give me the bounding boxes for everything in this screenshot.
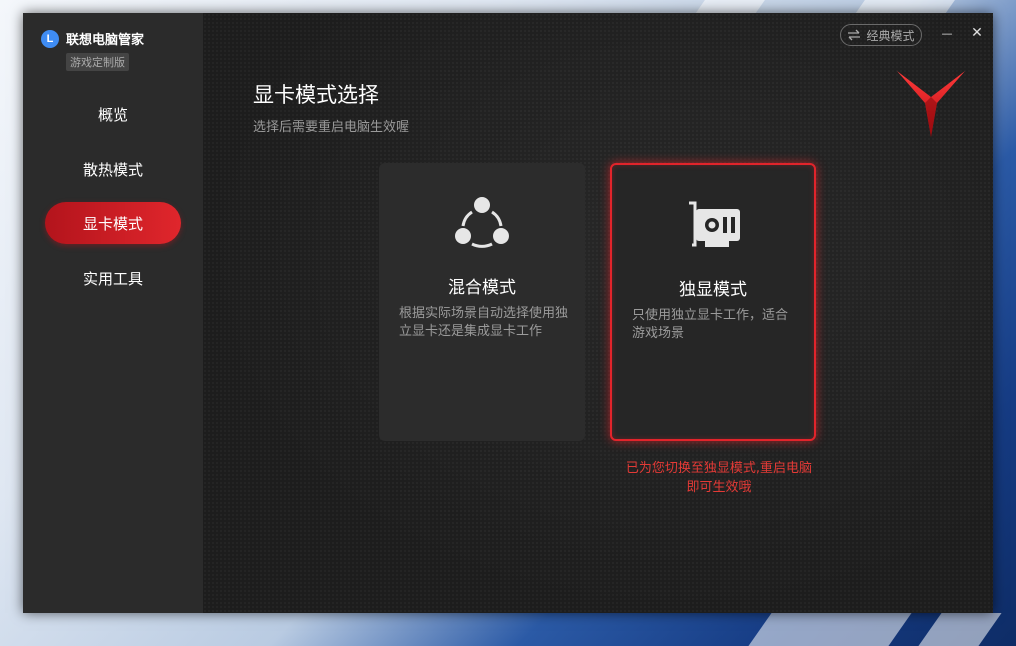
switch-notice: 已为您切换至独显模式,重启电脑 即可生效哦 <box>611 459 827 497</box>
app-window: L 联想电脑管家 游戏定制版 概览 散热模式 显卡模式 实用工具 经典模式 — … <box>23 13 993 613</box>
main-panel: 经典模式 — ✕ 显卡模式选择 选择后需要重启电脑生效喔 混合模式 根据实际场景… <box>203 13 993 613</box>
discrete-gpu-mode-title: 独显模式 <box>679 280 747 300</box>
sidebar-item-cooling-mode[interactable]: 散热模式 <box>45 148 181 190</box>
sidebar-item-graphics-mode[interactable]: 显卡模式 <box>45 202 181 244</box>
switch-notice-line1: 已为您切换至独显模式,重启电脑 <box>625 461 813 476</box>
app-header: L 联想电脑管家 <box>41 29 144 48</box>
page-title: 显卡模式选择 <box>253 83 379 107</box>
desktop-wallpaper-stripe <box>695 0 765 14</box>
hybrid-nodes-icon <box>455 197 509 248</box>
app-logo-icon: L <box>41 29 59 48</box>
desktop-wallpaper-stripe <box>748 613 912 646</box>
sidebar: L 联想电脑管家 游戏定制版 概览 散热模式 显卡模式 实用工具 <box>23 13 203 613</box>
hybrid-mode-card[interactable]: 混合模式 根据实际场景自动选择使用独立显卡还是集成显卡工作 <box>379 163 585 441</box>
app-name: 联想电脑管家 <box>66 33 145 48</box>
page-subtitle: 选择后需要重启电脑生效喔 <box>253 120 410 135</box>
minimize-icon: — <box>941 26 953 40</box>
close-icon: ✕ <box>971 25 983 41</box>
desktop-wallpaper-stripe <box>918 613 1002 646</box>
minimize-button[interactable]: — <box>937 23 957 43</box>
close-button[interactable]: ✕ <box>967 23 987 43</box>
sidebar-item-overview[interactable]: 概览 <box>45 93 181 135</box>
desktop-wallpaper-stripe <box>855 0 955 14</box>
switch-notice-line2: 即可生效哦 <box>686 480 752 495</box>
discrete-gpu-mode-card[interactable]: 独显模式 只使用独立显卡工作，适合游戏场景 <box>610 163 816 441</box>
switch-arrows-icon <box>848 29 861 41</box>
discrete-gpu-mode-description: 只使用独立显卡工作，适合游戏场景 <box>632 308 789 341</box>
legion-y-logo-icon <box>897 71 965 137</box>
classic-mode-label: 经典模式 <box>866 28 915 43</box>
graphics-card-icon <box>689 201 740 247</box>
edition-badge: 游戏定制版 <box>66 53 129 71</box>
hybrid-mode-description: 根据实际场景自动选择使用独立显卡还是集成显卡工作 <box>399 306 569 339</box>
sidebar-item-utilities[interactable]: 实用工具 <box>45 257 181 299</box>
classic-mode-button[interactable]: 经典模式 <box>840 24 922 46</box>
hybrid-mode-title: 混合模式 <box>448 278 516 298</box>
